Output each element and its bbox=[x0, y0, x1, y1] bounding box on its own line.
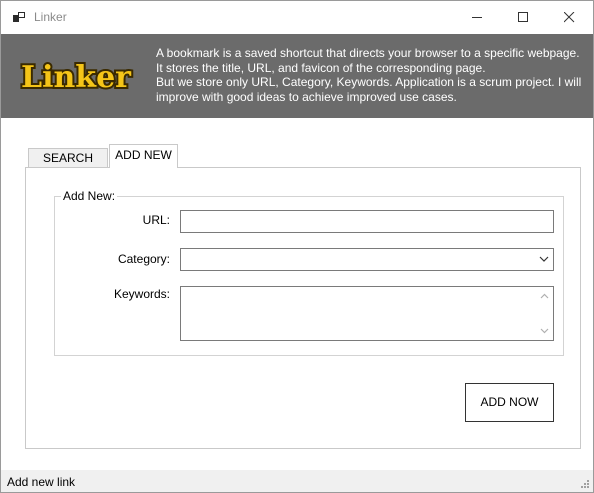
resize-grip-icon[interactable] bbox=[580, 479, 590, 489]
add-new-group: Add New: URL: Category: Keywords: bbox=[54, 189, 564, 356]
status-text: Add new link bbox=[7, 475, 76, 489]
add-new-panel: Add New: URL: Category: Keywords: ADD NO… bbox=[25, 167, 581, 449]
main-content: SEARCH LINK ADD NEW Add New: URL: Catego… bbox=[1, 118, 593, 470]
app-description: A bookmark is a saved shortcut that dire… bbox=[156, 46, 586, 105]
description-line: But we store only URL, Category, Keyword… bbox=[156, 75, 582, 90]
category-select[interactable] bbox=[180, 248, 554, 271]
linker-logo: Linker Linker bbox=[19, 58, 134, 96]
maximize-button[interactable] bbox=[501, 1, 547, 34]
maximize-icon bbox=[518, 12, 528, 22]
header-banner: Linker Linker A bookmark is a saved shor… bbox=[1, 34, 593, 118]
keywords-textarea[interactable] bbox=[180, 286, 554, 341]
chevron-down-icon bbox=[539, 256, 549, 262]
app-window: Linker Linker Linker A bookmark is a sav… bbox=[0, 0, 594, 493]
close-icon bbox=[564, 12, 575, 23]
url-input[interactable] bbox=[180, 210, 554, 233]
description-line: It stores the title, URL, and favicon of… bbox=[156, 60, 486, 75]
close-button[interactable] bbox=[547, 1, 593, 34]
add-now-button[interactable]: ADD NOW bbox=[465, 383, 554, 422]
minimize-button[interactable] bbox=[455, 1, 501, 34]
scroll-up-icon[interactable] bbox=[540, 293, 549, 299]
description-line: A bookmark is a saved shortcut that dire… bbox=[156, 46, 580, 60]
category-label: Category: bbox=[117, 252, 170, 266]
description-line: improve with good ideas to achieve impro… bbox=[156, 90, 457, 105]
svg-text:Linker: Linker bbox=[21, 60, 132, 95]
scroll-down-icon[interactable] bbox=[540, 328, 549, 334]
app-icon bbox=[13, 12, 25, 22]
status-bar: Add new link bbox=[1, 470, 593, 492]
group-title: Add New: bbox=[61, 189, 118, 203]
tab-add-new[interactable]: ADD NEW bbox=[109, 144, 178, 168]
minimize-icon bbox=[472, 17, 482, 18]
title-bar[interactable]: Linker bbox=[1, 1, 593, 34]
window-title: Linker bbox=[34, 10, 67, 24]
tab-search-link[interactable]: SEARCH LINK bbox=[28, 148, 108, 184]
keywords-label: Keywords: bbox=[113, 287, 170, 301]
url-label: URL: bbox=[142, 213, 170, 227]
